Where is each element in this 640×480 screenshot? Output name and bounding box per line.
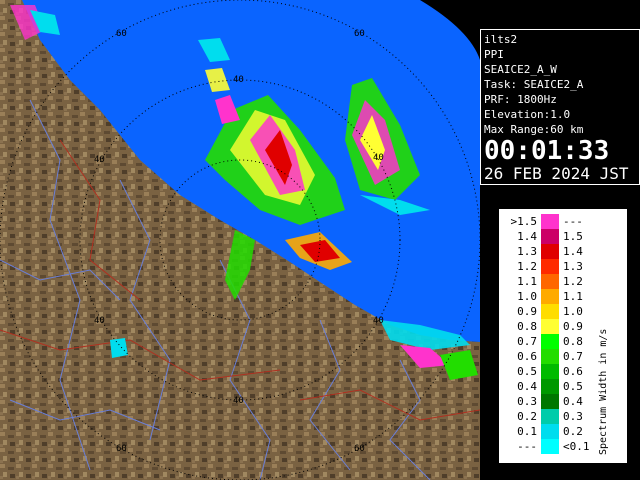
legend-upper-bound: 0.5 — [563, 380, 583, 393]
legend-swatch — [541, 304, 559, 319]
legend-swatch — [541, 424, 559, 439]
radar-ppi-map: 60 40 40 60 40 40 40 60 60 40 40 60 — [0, 0, 480, 480]
range-label: 40 — [373, 316, 384, 326]
legend-swatch — [541, 409, 559, 424]
legend-upper-bound: <0.1 — [563, 440, 590, 453]
legend-row: 1.3 1.4 — [499, 244, 609, 259]
legend-title: Spectrum Width in m/s — [598, 328, 609, 455]
legend-lower-bound: 0.3 — [517, 395, 537, 408]
range-label: 60 — [116, 29, 127, 39]
legend-row: --- <0.1 — [499, 439, 609, 454]
legend-upper-bound: 1.5 — [563, 230, 583, 243]
legend-row: 0.4 0.5 — [499, 379, 609, 394]
legend-upper-bound: 0.6 — [563, 365, 583, 378]
legend-lower-bound: 1.2 — [517, 260, 537, 273]
legend-lower-bound: 1.1 — [517, 275, 537, 288]
legend-lower-bound: 0.2 — [517, 410, 537, 423]
legend-swatch — [541, 229, 559, 244]
legend-lower-bound: --- — [517, 440, 537, 453]
legend-row: 0.1 0.2 — [499, 424, 609, 439]
legend-swatch — [541, 364, 559, 379]
legend-upper-bound: 0.3 — [563, 410, 583, 423]
legend-upper-bound: --- — [563, 215, 583, 228]
legend-lower-bound: 0.7 — [517, 335, 537, 348]
legend-row: 0.3 0.4 — [499, 394, 609, 409]
observation-date: 26 FEB 2024 JST — [484, 164, 629, 183]
legend-lower-bound: 1.4 — [517, 230, 537, 243]
legend-row: 1.0 1.1 — [499, 289, 609, 304]
elevation-value: Elevation:1.0 — [484, 108, 571, 121]
legend-row: 1.4 1.5 — [499, 229, 609, 244]
legend-swatch — [541, 439, 559, 454]
legend-row: 0.7 0.8 — [499, 334, 609, 349]
observation-time: 00:01:33 — [484, 136, 610, 166]
task-name: Task: SEAICE2_A — [484, 78, 584, 91]
legend-row: 1.1 1.2 — [499, 274, 609, 289]
scan-name: SEAICE2_A_W — [484, 63, 557, 76]
legend-swatch — [541, 259, 559, 274]
legend-lower-bound: 0.5 — [517, 365, 537, 378]
range-label: 40 — [94, 316, 105, 326]
legend-lower-bound: 0.6 — [517, 350, 537, 363]
legend-upper-bound: 0.7 — [563, 350, 583, 363]
legend-lower-bound: 0.1 — [517, 425, 537, 438]
legend-upper-bound: 0.9 — [563, 320, 583, 333]
range-label: 40 — [233, 396, 244, 406]
legend-swatch — [541, 274, 559, 289]
legend-swatch — [541, 319, 559, 334]
legend-upper-bound: 0.2 — [563, 425, 583, 438]
range-label: 60 — [116, 444, 127, 454]
range-label: 60 — [354, 444, 365, 454]
legend-lower-bound: 1.3 — [517, 245, 537, 258]
legend-row: 0.5 0.6 — [499, 364, 609, 379]
radar-map-svg: 60 40 40 60 40 40 40 60 60 40 40 60 — [0, 0, 480, 480]
legend-upper-bound: 1.1 — [563, 290, 583, 303]
max-range-value: Max Range:60 km — [484, 123, 584, 136]
legend-row: 0.8 0.9 — [499, 319, 609, 334]
prf-value: PRF: 1800Hz — [484, 93, 557, 106]
legend-lower-bound: 1.0 — [517, 290, 537, 303]
legend-swatch — [541, 214, 559, 229]
legend-swatch — [541, 379, 559, 394]
legend-lower-bound: 0.4 — [517, 380, 537, 393]
info-panel: ilts2 PPI SEAICE2_A_W Task: SEAICE2_A PR… — [480, 29, 640, 185]
site-name: ilts2 — [484, 33, 518, 46]
range-label: 40 — [233, 75, 244, 85]
legend-lower-bound: 0.8 — [517, 320, 537, 333]
legend-upper-bound: 0.4 — [563, 395, 583, 408]
range-label: 60 — [354, 29, 365, 39]
range-label: 40 — [373, 153, 384, 163]
color-legend: >1.5 --- 1.4 1.5 1.3 1.4 1.2 1.3 1.1 1.2 1.0 1.1 0.9… — [498, 208, 628, 464]
legend-row: 0.6 0.7 — [499, 349, 609, 364]
legend-row: 0.2 0.3 — [499, 409, 609, 424]
legend-swatch — [541, 394, 559, 409]
legend-swatch — [541, 349, 559, 364]
legend-row: 1.2 1.3 — [499, 259, 609, 274]
legend-row: >1.5 --- — [499, 214, 609, 229]
legend-upper-bound: 0.8 — [563, 335, 583, 348]
legend-upper-bound: 1.4 — [563, 245, 583, 258]
legend-upper-bound: 1.2 — [563, 275, 583, 288]
legend-swatch — [541, 244, 559, 259]
legend-swatch — [541, 289, 559, 304]
scan-mode: PPI — [484, 48, 504, 61]
legend-lower-bound: 0.9 — [517, 305, 537, 318]
legend-row: 0.9 1.0 — [499, 304, 609, 319]
legend-upper-bound: 1.3 — [563, 260, 583, 273]
legend-upper-bound: 1.0 — [563, 305, 583, 318]
legend-lower-bound: >1.5 — [510, 215, 538, 228]
legend-swatch — [541, 334, 559, 349]
range-label: 40 — [94, 155, 105, 165]
